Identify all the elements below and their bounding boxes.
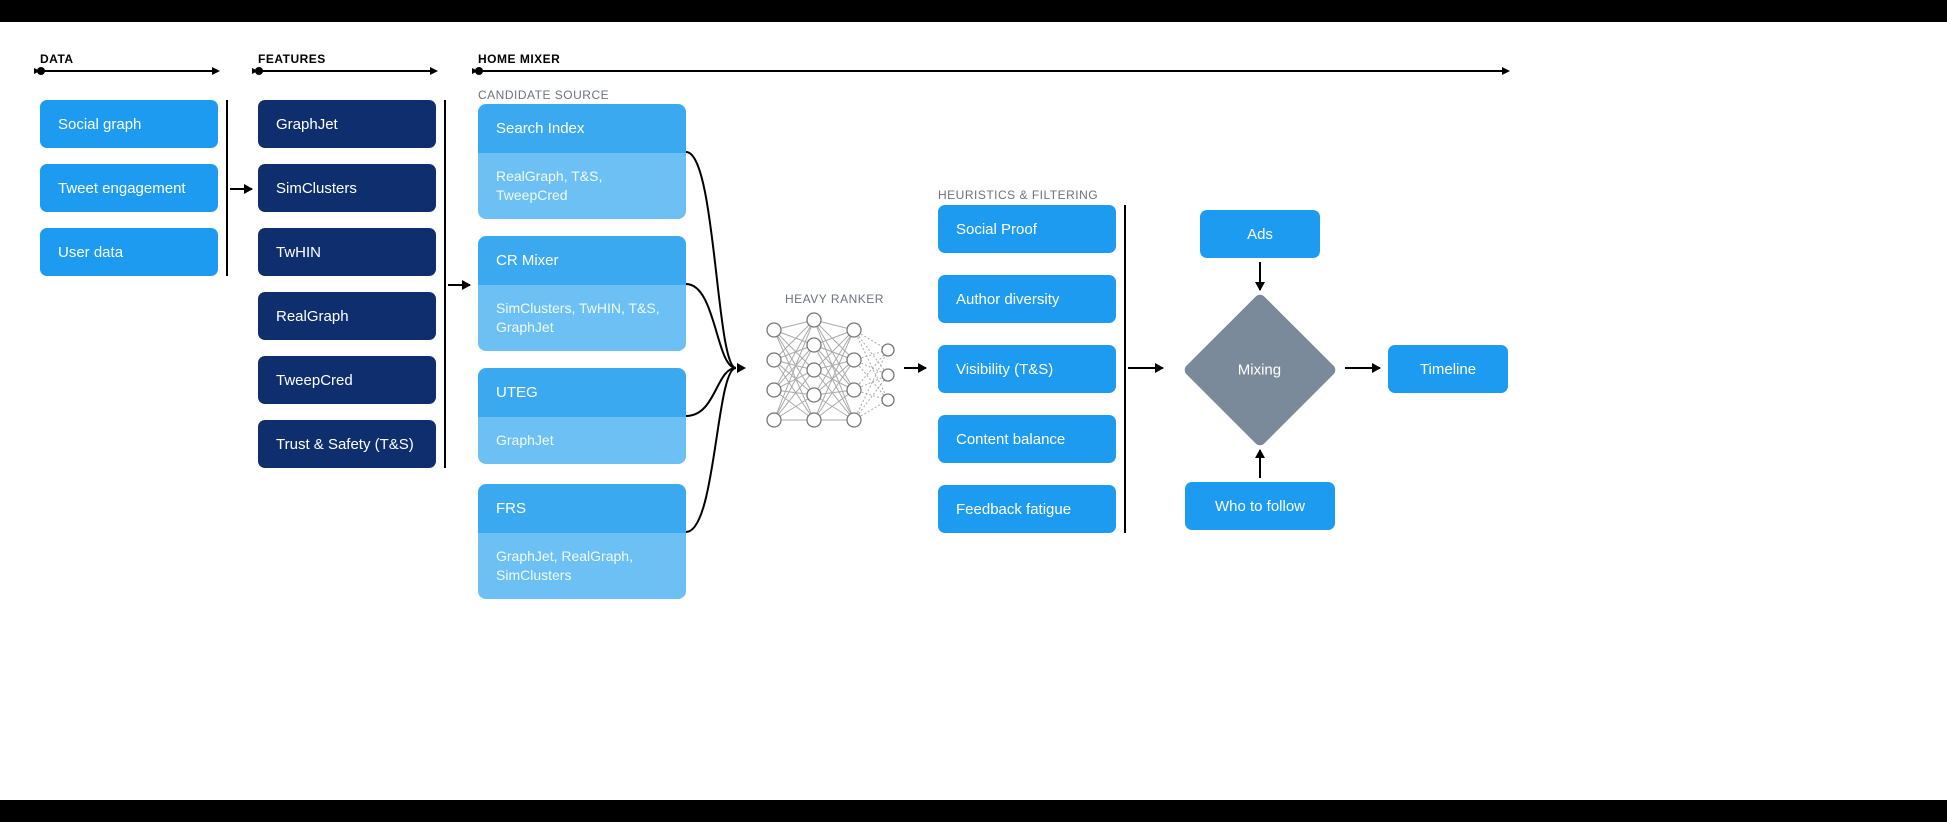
letterbox-bottom bbox=[0, 800, 1947, 822]
merge-curves bbox=[686, 100, 756, 600]
sub-header-heavy-ranker: HEAVY RANKER bbox=[785, 292, 884, 306]
diamond-mixing: Mixing bbox=[1182, 292, 1338, 448]
box-feature-1: SimClusters bbox=[258, 164, 436, 212]
box-data-0: Social graph bbox=[40, 100, 218, 148]
candidate-1: CR Mixer SimClusters, TwHIN, T&S, GraphJ… bbox=[478, 236, 686, 351]
candidate-name: CR Mixer bbox=[496, 252, 559, 269]
box-data-1: Tweet engagement bbox=[40, 164, 218, 212]
box-ads: Ads bbox=[1200, 210, 1320, 258]
box-label: Trust & Safety (T&S) bbox=[276, 436, 414, 453]
candidate-name: Search Index bbox=[496, 120, 584, 137]
box-label: Ads bbox=[1247, 226, 1273, 243]
box-heuristic-2: Visibility (T&S) bbox=[938, 345, 1116, 393]
candidate-name: UTEG bbox=[496, 384, 538, 401]
box-label: Who to follow bbox=[1215, 498, 1305, 515]
box-label: RealGraph bbox=[276, 308, 349, 325]
candidate-uses: SimClusters, TwHIN, T&S, GraphJet bbox=[496, 300, 660, 335]
candidate-uses: GraphJet, RealGraph, SimClusters bbox=[496, 548, 633, 583]
arrow-data-to-features bbox=[230, 188, 252, 190]
arrow-merge-head bbox=[735, 367, 745, 369]
box-label: Feedback fatigue bbox=[956, 501, 1071, 518]
box-label: SimClusters bbox=[276, 180, 357, 197]
box-label: Visibility (T&S) bbox=[956, 361, 1053, 378]
arrow-heuristics-to-mixing bbox=[1128, 367, 1163, 369]
box-wtf: Who to follow bbox=[1185, 482, 1335, 530]
arrow-wtf-up bbox=[1259, 450, 1261, 478]
box-label: GraphJet bbox=[276, 116, 338, 133]
arrow-ads-down bbox=[1259, 262, 1261, 290]
section-header-home-mixer: HOME MIXER bbox=[478, 52, 560, 66]
box-label: Content balance bbox=[956, 431, 1065, 448]
arrow-features-to-candidates bbox=[448, 284, 470, 286]
section-header-data: DATA bbox=[40, 52, 74, 66]
box-heuristic-4: Feedback fatigue bbox=[938, 485, 1116, 533]
box-feature-0: GraphJet bbox=[258, 100, 436, 148]
candidate-name: FRS bbox=[496, 500, 526, 517]
arrow-mixing-to-timeline bbox=[1345, 367, 1380, 369]
box-feature-4: TweepCred bbox=[258, 356, 436, 404]
candidate-uses: RealGraph, T&S, TweepCred bbox=[496, 168, 602, 203]
candidate-3: FRS GraphJet, RealGraph, SimClusters bbox=[478, 484, 686, 599]
box-heuristic-3: Content balance bbox=[938, 415, 1116, 463]
box-feature-3: RealGraph bbox=[258, 292, 436, 340]
box-label: Social Proof bbox=[956, 221, 1037, 238]
sub-header-heuristics: HEURISTICS & FILTERING bbox=[938, 188, 1098, 202]
divider-data bbox=[226, 100, 228, 276]
arrow-ranker-to-heuristics bbox=[904, 367, 926, 369]
divider-heuristics bbox=[1124, 205, 1126, 533]
box-heuristic-1: Author diversity bbox=[938, 275, 1116, 323]
candidate-0: Search Index RealGraph, T&S, TweepCred bbox=[478, 104, 686, 219]
box-label: Social graph bbox=[58, 116, 141, 133]
sub-header-candidate-source: CANDIDATE SOURCE bbox=[478, 88, 609, 102]
section-arrow-home-mixer bbox=[478, 70, 1508, 72]
box-feature-5: Trust & Safety (T&S) bbox=[258, 420, 436, 468]
letterbox-top bbox=[0, 0, 1947, 22]
box-heuristic-0: Social Proof bbox=[938, 205, 1116, 253]
candidate-uses: GraphJet bbox=[496, 432, 554, 448]
section-header-features: FEATURES bbox=[258, 52, 326, 66]
box-label: Tweet engagement bbox=[58, 180, 186, 197]
candidate-2: UTEG GraphJet bbox=[478, 368, 686, 464]
box-data-2: User data bbox=[40, 228, 218, 276]
box-label: TweepCred bbox=[276, 372, 353, 389]
section-arrow-data bbox=[40, 70, 218, 72]
box-label: User data bbox=[58, 244, 123, 261]
box-label: Author diversity bbox=[956, 291, 1059, 308]
box-feature-2: TwHIN bbox=[258, 228, 436, 276]
box-timeline: Timeline bbox=[1388, 345, 1508, 393]
diamond-label: Mixing bbox=[1238, 361, 1281, 378]
section-arrow-features bbox=[258, 70, 436, 72]
box-label: TwHIN bbox=[276, 244, 321, 261]
divider-features bbox=[444, 100, 446, 468]
box-label: Timeline bbox=[1420, 361, 1476, 378]
heavy-ranker-icon bbox=[760, 310, 900, 435]
